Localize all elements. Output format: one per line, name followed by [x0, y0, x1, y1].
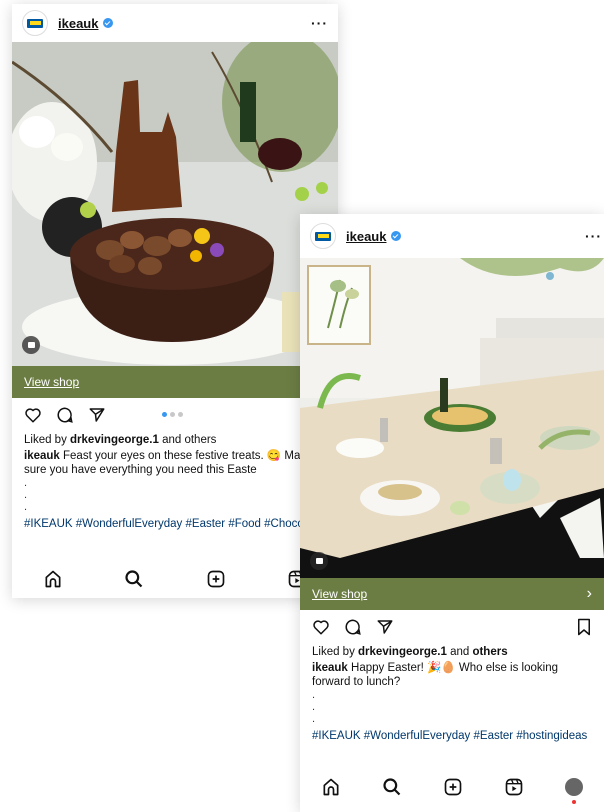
verified-badge-icon	[391, 231, 402, 241]
liked-by-and: and	[446, 646, 473, 658]
heart-icon[interactable]	[24, 406, 42, 424]
heart-icon[interactable]	[312, 618, 330, 636]
post-photo-chocolate-cake[interactable]	[12, 42, 338, 366]
post-header: ikeauk ···	[300, 214, 604, 258]
home-icon[interactable]	[321, 777, 341, 797]
ikea-logo	[315, 231, 331, 241]
caption-username[interactable]: ikeauk	[312, 662, 348, 674]
instagram-post-cake: ikeauk ··· View shop Liked by drkevingeo…	[12, 4, 338, 598]
bottom-nav	[12, 564, 338, 594]
shopping-bag-icon[interactable]	[22, 336, 40, 354]
liked-by-prefix: Liked by	[312, 646, 359, 658]
bottom-nav	[300, 772, 604, 804]
caption-text: Feast your eyes on these festive treats.…	[24, 450, 313, 476]
verified-badge-icon	[103, 18, 114, 28]
shopping-bag-icon[interactable]	[310, 552, 328, 570]
post-actions	[12, 398, 338, 432]
share-icon[interactable]	[88, 406, 106, 424]
create-post-icon[interactable]	[206, 569, 226, 589]
post-caption: ikeauk Happy Easter! 🎉🥚 Who else is look…	[300, 658, 604, 689]
create-post-icon[interactable]	[443, 777, 463, 797]
post-photo-easter-table[interactable]	[300, 258, 604, 578]
liked-by-others[interactable]: others	[472, 646, 507, 658]
liked-by-user[interactable]: drkevingeorge.1	[358, 646, 447, 658]
caption-dot-line: .	[24, 477, 28, 489]
table-photo-illustration	[300, 258, 604, 578]
caption-dot-line: .	[24, 501, 28, 513]
chevron-right-icon[interactable]: ›	[587, 585, 592, 603]
ikea-avatar[interactable]	[22, 10, 48, 36]
hashtags[interactable]: #IKEAUK #WonderfulEveryday #Easter #Food…	[12, 513, 338, 531]
more-options-button[interactable]: ···	[585, 228, 602, 244]
post-caption: ikeauk Feast your eyes on these festive …	[12, 446, 338, 477]
view-shop-bar[interactable]: View shop	[12, 366, 338, 398]
likes-line: Liked by drkevingeorge.1 and others	[300, 646, 604, 658]
view-shop-bar[interactable]: View shop ›	[300, 578, 604, 610]
liked-by-prefix: Liked by	[24, 434, 71, 446]
post-actions	[300, 610, 604, 644]
liked-by-user[interactable]: drkevingeorge.1	[70, 434, 159, 446]
share-icon[interactable]	[376, 618, 394, 636]
home-icon[interactable]	[43, 569, 63, 589]
view-shop-link[interactable]: View shop	[312, 587, 367, 601]
caption-dot-line: .	[312, 701, 316, 713]
caption-dot-line: .	[312, 713, 316, 725]
view-shop-link[interactable]: View shop	[24, 375, 79, 389]
profile-avatar-icon[interactable]	[565, 778, 584, 804]
comment-icon[interactable]	[56, 406, 74, 424]
cake-photo-illustration	[12, 42, 338, 366]
instagram-post-easter-table: ikeauk ··· View shop › Liked by drkeving…	[300, 214, 604, 812]
caption-username[interactable]: ikeauk	[24, 450, 60, 462]
hashtags[interactable]: #IKEAUK #WonderfulEveryday #Easter #host…	[300, 725, 604, 743]
search-icon[interactable]	[124, 569, 144, 589]
more-options-button[interactable]: ···	[311, 15, 328, 31]
comment-icon[interactable]	[344, 618, 362, 636]
ikea-avatar[interactable]	[310, 223, 336, 249]
post-header: ikeauk ···	[12, 4, 338, 42]
liked-by-suffix: and others	[158, 434, 217, 446]
bookmark-icon[interactable]	[576, 618, 592, 636]
carousel-indicator	[162, 412, 183, 417]
search-icon[interactable]	[382, 777, 402, 797]
likes-line: Liked by drkevingeorge.1 and others	[12, 434, 338, 446]
username-link[interactable]: ikeauk	[346, 229, 386, 244]
reels-icon[interactable]	[504, 777, 524, 797]
ikea-logo	[27, 18, 43, 28]
caption-dot-line: .	[312, 689, 316, 701]
username-link[interactable]: ikeauk	[58, 16, 98, 31]
caption-text: Happy Easter! 🎉🥚 Who else is looking for…	[312, 662, 558, 688]
caption-dot-line: .	[24, 489, 28, 501]
